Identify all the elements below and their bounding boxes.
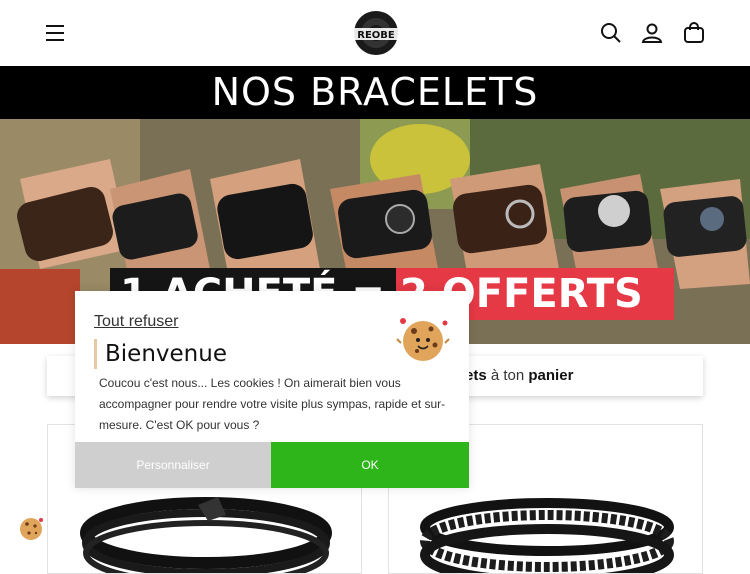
cookie-settings-icon[interactable] (17, 515, 45, 543)
brand-logo[interactable]: REOBE (347, 8, 405, 58)
accept-ok-button[interactable]: OK (271, 442, 469, 488)
search-icon[interactable] (599, 21, 623, 45)
info-bar-mid: à ton (486, 367, 529, 384)
cookie-modal-title: Bienvenue (94, 339, 227, 369)
user-icon[interactable] (640, 21, 664, 45)
customize-button[interactable]: Personnaliser (75, 442, 271, 488)
cookie-modal-text: Coucou c'est nous... Les cookies ! On ai… (99, 376, 446, 432)
cookie-consent-modal: Tout refuser Bienvenue Coucou c'est nous… (75, 291, 469, 488)
cart-icon[interactable] (682, 21, 706, 45)
cookie-mascot-icon (396, 318, 450, 361)
logo-text: REOBE (357, 30, 395, 41)
refuse-all-link[interactable]: Tout refuser (94, 313, 178, 331)
hamburger-menu-icon[interactable] (44, 22, 68, 44)
site-header: REOBE (0, 0, 750, 66)
collection-banner-title: NOS BRACELETS (0, 66, 750, 119)
info-bar-bold-2: panier (528, 367, 574, 384)
